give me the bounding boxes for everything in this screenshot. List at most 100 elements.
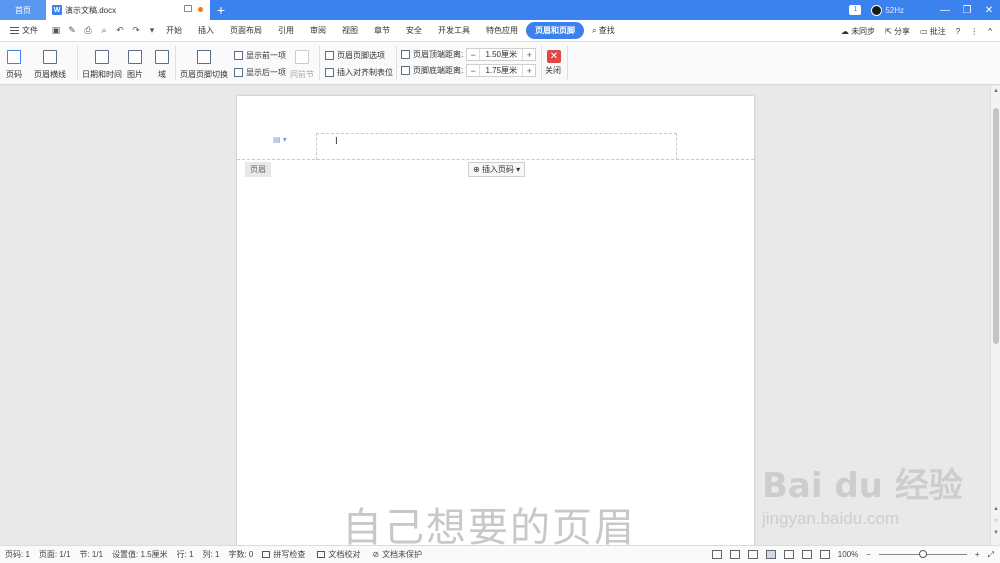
insert-page-number-button[interactable]: ⊕ 插入页码 ▾ xyxy=(468,162,526,177)
status-row: 行: 1 xyxy=(176,550,194,559)
print-preview-icon[interactable]: ⌕ xyxy=(98,25,110,36)
header-top-stepper[interactable]: − 1.50厘米 + xyxy=(466,48,537,61)
zoom-out-button[interactable]: − xyxy=(866,550,871,559)
write-mode-icon[interactable] xyxy=(747,550,758,559)
text-cursor-icon: I xyxy=(335,136,338,147)
tab-document[interactable]: W 演示文稿.docx xyxy=(46,0,210,20)
comment-button[interactable]: ▭ 批注 xyxy=(920,26,946,37)
insert-align-tab-button[interactable]: 插入对齐制表位 xyxy=(325,67,393,78)
close-window-button[interactable]: ✕ xyxy=(978,5,1000,16)
scroll-thumb[interactable] xyxy=(993,108,999,344)
page[interactable]: ▤ ▾ I 页眉 ⊕ 插入页码 ▾ xyxy=(237,96,754,556)
search-button[interactable]: ⌕ 查找 xyxy=(584,25,623,36)
picture-label: 图片 xyxy=(127,70,143,79)
more-icon[interactable]: ⋮ xyxy=(970,27,978,36)
tab-review[interactable]: 审阅 xyxy=(302,25,334,36)
collapse-icon[interactable]: ^ xyxy=(988,27,992,36)
help-icon[interactable]: ? xyxy=(956,27,960,36)
spell-check-button[interactable]: 拼写检查 xyxy=(262,549,305,560)
save-icon[interactable]: ▣ xyxy=(50,25,62,36)
share-label: 分享 xyxy=(894,26,910,36)
page-number-button[interactable]: 页码 xyxy=(6,50,22,80)
zoom-slider[interactable] xyxy=(878,550,967,558)
increase-button[interactable]: + xyxy=(523,66,535,76)
format-painter-icon[interactable]: ✎ xyxy=(66,25,78,36)
date-time-label: 日期和时间 xyxy=(82,70,122,79)
close-header-footer-button[interactable]: ✕ xyxy=(547,50,561,63)
prev-page-icon[interactable]: ▲ xyxy=(992,506,1000,512)
monitor-icon[interactable] xyxy=(184,5,192,12)
new-tab-button[interactable]: + xyxy=(210,0,232,20)
web-view-icon[interactable] xyxy=(801,550,812,559)
sync-button[interactable]: ☁ 未同步 xyxy=(841,26,875,37)
share-button[interactable]: ⇱ 分享 xyxy=(885,26,910,37)
decrease-button[interactable]: − xyxy=(467,50,479,60)
baidu-watermark: Bai du 经验 jingyan.baidu.com xyxy=(762,458,963,529)
status-words[interactable]: 字数: 0 xyxy=(228,549,253,560)
outline-view-icon[interactable] xyxy=(783,550,794,559)
protect-button[interactable]: ⊘ 文档未保护 xyxy=(372,549,422,560)
header-tag: 页眉 xyxy=(245,162,271,177)
file-menu-label: 文件 xyxy=(22,26,38,35)
tab-view[interactable]: 视图 xyxy=(334,25,366,36)
eye-protection-icon[interactable] xyxy=(819,550,830,559)
header-line-icon xyxy=(43,50,57,64)
unsaved-dot-icon xyxy=(198,7,203,12)
header-top-value[interactable]: 1.50厘米 xyxy=(479,49,524,60)
same-as-previous-button[interactable]: 同前节 xyxy=(290,50,314,80)
proofread-button[interactable]: 文档校对 xyxy=(317,549,360,560)
restore-button[interactable]: ❐ xyxy=(956,5,978,16)
sync-label: 未同步 xyxy=(851,26,876,36)
vertical-scrollbar[interactable]: ▲ ▲ ○ ▼ xyxy=(990,86,1000,545)
scroll-up-icon[interactable]: ▲ xyxy=(992,88,1000,94)
file-menu[interactable]: 文件 xyxy=(0,25,46,36)
field-label: 域 xyxy=(158,70,166,79)
header-options-icon[interactable]: ▤ ▾ xyxy=(273,135,287,144)
zoom-in-button[interactable]: + xyxy=(975,550,980,559)
tab-special[interactable]: 特色应用 xyxy=(478,25,526,36)
same-as-previous-label: 同前节 xyxy=(290,70,314,79)
footer-bottom-value[interactable]: 1.75厘米 xyxy=(479,65,524,76)
zoom-slider-knob[interactable] xyxy=(918,550,927,558)
tab-home[interactable]: 首页 xyxy=(0,0,46,20)
ribbon-divider xyxy=(77,46,78,80)
redo-icon[interactable]: ↷ xyxy=(130,25,142,36)
header-edit-box[interactable] xyxy=(316,133,677,160)
quick-access-toolbar: ▣ ✎ ⎙ ⌕ ↶ ↷ ▾ xyxy=(50,25,158,36)
customize-icon[interactable]: ▾ xyxy=(146,25,158,36)
read-mode-icon[interactable] xyxy=(729,550,740,559)
tab-developer[interactable]: 开发工具 xyxy=(430,25,478,36)
print-icon[interactable]: ⎙ xyxy=(82,25,94,36)
status-section: 节: 1/1 xyxy=(79,550,104,559)
page-view-icon[interactable] xyxy=(765,550,776,559)
field-button[interactable]: 域 xyxy=(155,50,169,80)
undo-icon[interactable]: ↶ xyxy=(114,25,126,36)
tab-header-footer[interactable]: 页眉和页脚 xyxy=(526,22,584,39)
header-footer-options-button[interactable]: 页眉页脚选项 xyxy=(325,50,385,61)
footer-bottom-stepper[interactable]: − 1.75厘米 + xyxy=(466,64,537,77)
show-previous-button[interactable]: 显示前一项 xyxy=(234,50,286,61)
account-badge[interactable]: 1 xyxy=(849,5,862,15)
zoom-level[interactable]: 100% xyxy=(838,550,858,559)
switch-header-footer-button[interactable]: 页眉页脚切换 xyxy=(180,50,228,80)
close-header-footer-label-wrap[interactable]: 关闭 xyxy=(545,65,561,76)
increase-button[interactable]: + xyxy=(523,50,535,60)
switch-label: 页眉页脚切换 xyxy=(180,70,228,79)
tab-references[interactable]: 引用 xyxy=(270,25,302,36)
date-time-button[interactable]: 日期和时间 xyxy=(82,50,122,80)
select-browse-icon[interactable]: ○ xyxy=(992,518,1000,524)
decrease-button[interactable]: − xyxy=(467,66,479,76)
spell-check-label: 拼写检查 xyxy=(273,550,306,559)
tab-page-layout[interactable]: 页面布局 xyxy=(222,25,270,36)
picture-button[interactable]: 图片 xyxy=(127,50,143,80)
minimize-button[interactable]: — xyxy=(934,5,956,16)
tab-home-menu[interactable]: 开始 xyxy=(158,25,190,36)
fullscreen-icon[interactable] xyxy=(711,550,722,559)
tab-security[interactable]: 安全 xyxy=(398,25,430,36)
tab-section[interactable]: 章节 xyxy=(366,25,398,36)
header-line-button[interactable]: 页眉横线 xyxy=(34,50,66,80)
fit-window-icon[interactable]: ⤢ xyxy=(988,550,994,560)
tab-insert[interactable]: 插入 xyxy=(190,25,222,36)
next-page-icon[interactable]: ▼ xyxy=(992,530,1000,536)
show-next-button[interactable]: 显示后一项 xyxy=(234,67,286,78)
